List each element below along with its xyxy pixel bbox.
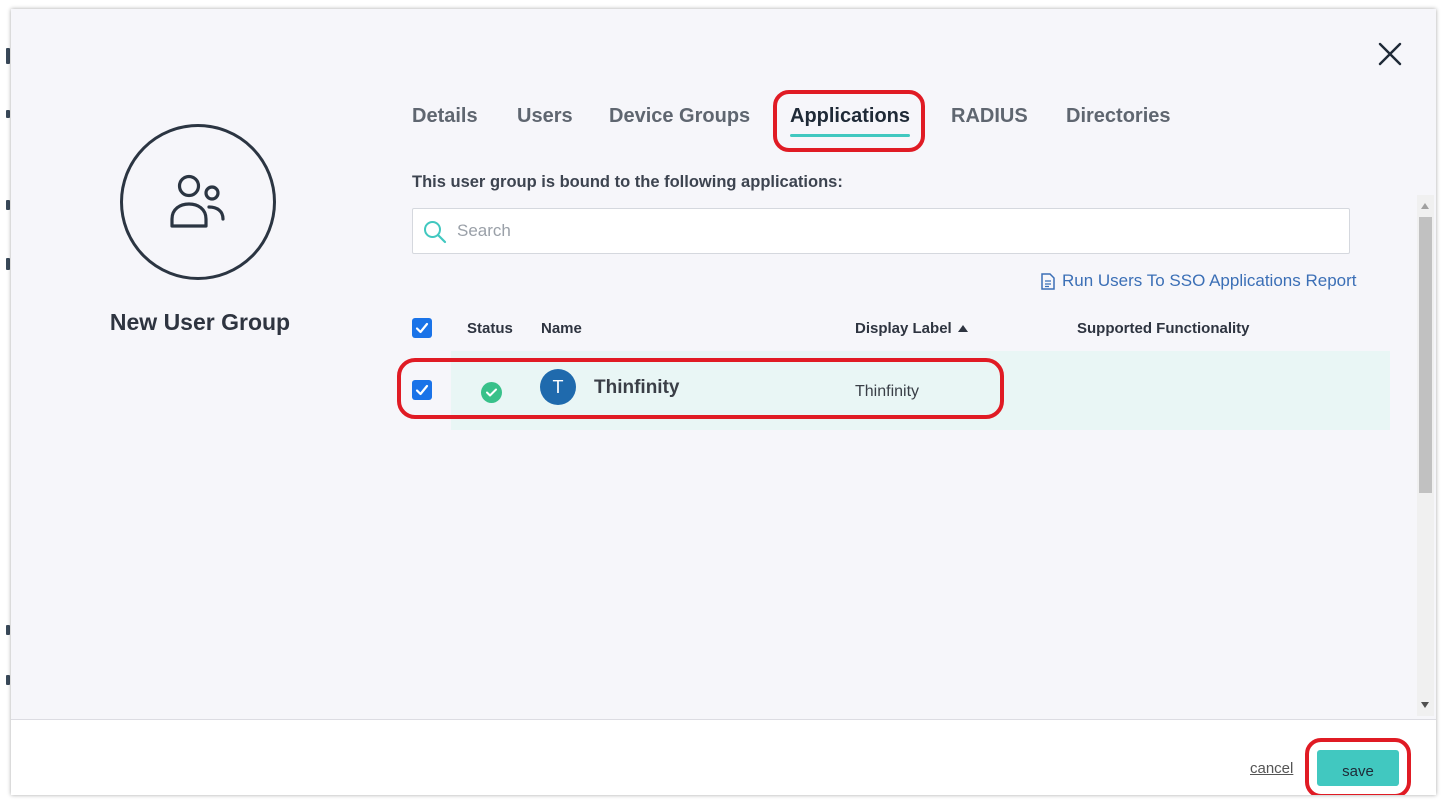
document-icon [1041, 272, 1055, 290]
sort-ascending-icon [957, 325, 968, 332]
check-circle-icon [481, 382, 502, 403]
tab-details[interactable]: Details [412, 105, 478, 128]
group-name: New User Group [109, 309, 291, 335]
search-icon [424, 221, 447, 244]
modal-footer: cancel save [11, 719, 1436, 795]
search-box [412, 208, 1350, 254]
tab-radius[interactable]: RADIUS [951, 105, 1028, 128]
column-header-name[interactable]: Name [541, 320, 582, 337]
column-header-display-label[interactable]: Display Label [855, 320, 968, 337]
row-checkbox[interactable] [412, 380, 432, 400]
display-label-header-text: Display Label [855, 320, 952, 337]
checkmark-icon [415, 384, 429, 396]
bound-applications-caption: This user group is bound to the followin… [412, 173, 843, 191]
save-button[interactable]: save [1317, 750, 1399, 786]
table-row[interactable] [451, 351, 1390, 430]
column-header-status[interactable]: Status [467, 320, 513, 337]
tab-applications[interactable]: Applications [790, 105, 911, 137]
app-name[interactable]: Thinfinity [594, 377, 679, 399]
group-avatar [120, 124, 276, 280]
run-report-label: Run Users To SSO Applications Report [1062, 271, 1357, 290]
user-group-icon [170, 174, 225, 228]
tab-users[interactable]: Users [517, 105, 573, 128]
search-input[interactable] [457, 209, 1337, 253]
user-group-modal: New User Group Details Users Device Grou… [11, 9, 1436, 795]
checkmark-icon [415, 322, 429, 334]
cancel-link[interactable]: cancel [1250, 760, 1293, 777]
select-all-checkbox[interactable] [412, 318, 432, 338]
scroll-up-arrow[interactable] [1421, 203, 1429, 209]
tab-device-groups[interactable]: Device Groups [609, 105, 750, 128]
scroll-thumb[interactable] [1419, 217, 1432, 493]
close-icon[interactable] [1377, 41, 1403, 67]
run-report-link[interactable]: Run Users To SSO Applications Report [1041, 271, 1357, 291]
tab-directories[interactable]: Directories [1066, 105, 1171, 128]
scroll-down-arrow[interactable] [1421, 702, 1429, 708]
vertical-scrollbar[interactable] [1417, 195, 1434, 716]
app-avatar: T [540, 369, 576, 405]
column-header-supported-functionality[interactable]: Supported Functionality [1077, 320, 1250, 337]
app-display-label: Thinfinity [855, 383, 920, 400]
